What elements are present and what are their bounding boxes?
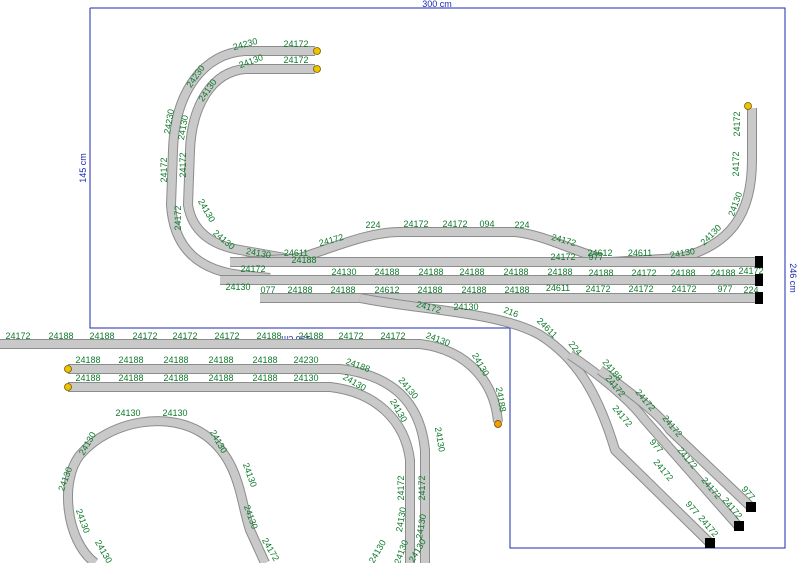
track-piece-label: 224 — [514, 220, 529, 230]
track-piece-label: 24172 — [651, 457, 675, 483]
track-piece-label: 24172 — [214, 331, 239, 341]
track-piece-label: 24188 — [75, 373, 100, 383]
track-piece-label: 24130 — [293, 373, 318, 383]
width-dimension-label: 300 cm — [422, 0, 452, 9]
track-plan-canvas: 300 cm 145 cm 246 cm 196 cm 241722423024… — [0, 0, 798, 563]
track-piece-label: 24188 — [118, 373, 143, 383]
end-marker — [313, 65, 321, 73]
track-piece-label: 24130 — [162, 408, 187, 418]
bumper — [734, 521, 744, 531]
track-piece-label: 24172 — [132, 331, 157, 341]
track-piece-label: 24130 — [115, 408, 140, 418]
track-piece-label: 24611 — [546, 283, 570, 293]
track-piece-label: 24188 — [89, 331, 114, 341]
track-piece-label: 24172 — [550, 252, 575, 262]
track-piece-label: 24172 — [283, 55, 308, 65]
track-piece-label: 24172 — [732, 111, 742, 136]
track-piece-label: 094 — [479, 219, 494, 229]
track-piece-label: 24172 — [380, 331, 405, 341]
track-piece-label: 24188 — [503, 267, 528, 277]
track-right-return — [609, 108, 757, 267]
right-height-dimension-label: 246 cm — [788, 263, 798, 293]
track-piece-label: 24188 — [417, 285, 442, 295]
track-piece-label: 24188 — [418, 267, 443, 277]
end-marker — [64, 383, 72, 391]
track-piece-label: 077 — [260, 285, 275, 295]
track-piece-label: 24612 — [374, 285, 399, 295]
track-piece-label: 24172 — [283, 39, 308, 49]
track-piece-label: 24188 — [291, 255, 316, 265]
track-piece-label: 24188 — [504, 285, 529, 295]
end-marker — [64, 365, 72, 373]
track-piece-label: 24172 — [240, 264, 265, 274]
track-piece-label: 24172 — [671, 284, 696, 294]
track-piece-label: 24188 — [163, 355, 188, 365]
track-piece-label: 24188 — [287, 285, 312, 295]
track-piece-label: 24188 — [252, 373, 277, 383]
track-piece-label: 24130 — [453, 302, 478, 312]
end-marker — [744, 102, 752, 110]
bumper — [705, 538, 715, 548]
track-piece-label: 24188 — [710, 268, 735, 278]
track-piece-label: 24172 — [631, 268, 656, 278]
track-piece-label: 977 — [588, 252, 603, 262]
track-piece-label: 24188 — [208, 355, 233, 365]
track-piece-label: 24188 — [208, 373, 233, 383]
track-piece-label: 24172 — [585, 284, 610, 294]
track-piece-label: 24188 — [118, 355, 143, 365]
track-piece-label: 24172 — [338, 331, 363, 341]
track-piece-label: 24188 — [75, 355, 100, 365]
track-piece-label: 24188 — [547, 267, 572, 277]
track-piece-label: 24611 — [628, 248, 652, 258]
track-piece-label: 24172 — [628, 284, 653, 294]
end-marker — [313, 47, 321, 55]
track-piece-label: 24188 — [163, 373, 188, 383]
track-piece-label: 24172 — [442, 219, 467, 229]
track-piece-label: 224 — [743, 285, 758, 295]
track-piece-label: 24188 — [588, 268, 613, 278]
track-piece-label: 24188 — [48, 331, 73, 341]
track-piece-label: 24130 — [367, 538, 388, 563]
track-piece-label: 24130 — [225, 282, 250, 292]
track-piece-label: 24130 — [433, 426, 447, 452]
track-piece-label: 24172 — [731, 151, 741, 176]
track-piece-label: 24172 — [396, 475, 406, 500]
track-piece-label: 24172 — [173, 205, 183, 230]
track-piece-label: 24172 — [178, 152, 188, 177]
track-piece-label: 24172 — [738, 266, 763, 276]
track-piece-label: 24188 — [256, 331, 281, 341]
track-piece-label: 24188 — [461, 285, 486, 295]
track-piece-label: 224 — [365, 220, 380, 230]
bumper — [746, 502, 756, 512]
left-height-dimension-label: 145 cm — [78, 153, 88, 183]
track-piece-label: 24188 — [459, 267, 484, 277]
track-piece-label: 24172 — [417, 475, 427, 500]
track-piece-label: 977 — [717, 284, 732, 294]
track-piece-label: 24172 — [159, 157, 169, 182]
end-marker — [494, 420, 502, 428]
track-piece-label: 24188 — [298, 331, 323, 341]
track-piece-label: 24172 — [172, 331, 197, 341]
track-piece-label: 24188 — [670, 268, 695, 278]
track-piece-label: 24188 — [374, 267, 399, 277]
track-right-return-fill — [609, 108, 756, 266]
track-piece-label: 24130 — [331, 267, 356, 277]
track-piece-label: 24188 — [330, 285, 355, 295]
track-piece-label: 24230 — [293, 355, 318, 365]
track-piece-label: 24130 — [241, 462, 259, 489]
track-piece-label: 24188 — [252, 355, 277, 365]
track-piece-label: 24172 — [403, 219, 428, 229]
track-piece-label: 24172 — [5, 331, 30, 341]
track-layout — [0, 46, 757, 563]
track-piece-label: 24130 — [196, 197, 217, 224]
